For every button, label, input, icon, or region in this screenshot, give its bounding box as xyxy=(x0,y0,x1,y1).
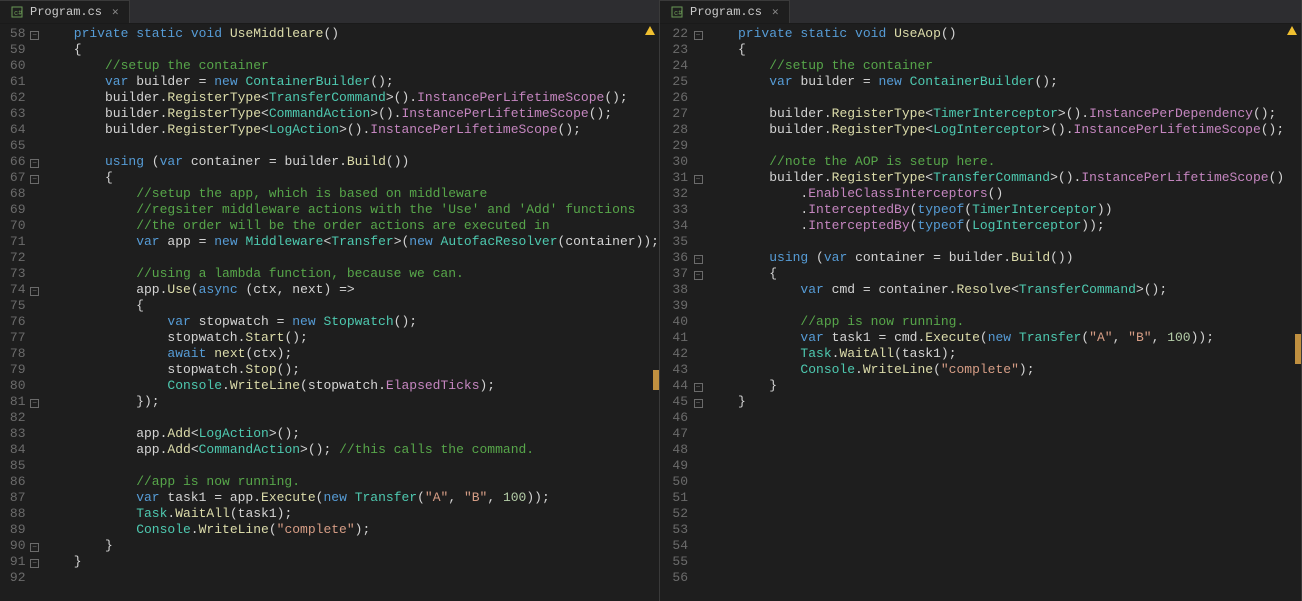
fold-toggle[interactable]: − xyxy=(30,559,39,568)
csharp-file-icon: c# xyxy=(10,5,24,19)
tab-program-cs-right[interactable]: c# Program.cs ✕ xyxy=(660,0,790,23)
scroll-marker xyxy=(1295,334,1301,364)
warning-icon[interactable] xyxy=(645,26,655,35)
fold-toggle[interactable]: − xyxy=(694,255,703,264)
fold-toggle[interactable]: − xyxy=(694,271,703,280)
tab-program-cs-left[interactable]: c# Program.cs ✕ xyxy=(0,0,130,23)
tab-bar-right: c# Program.cs ✕ xyxy=(660,0,1301,24)
fold-toggle[interactable]: − xyxy=(694,175,703,184)
code-area-left[interactable]: 5859606162636465666768697071727374757677… xyxy=(0,24,659,601)
code-content-left[interactable]: private static void UseMiddleare(){ //se… xyxy=(44,24,659,601)
tab-label: Program.cs xyxy=(690,5,762,19)
code-area-right[interactable]: 2223242526272829303132333435363738394041… xyxy=(660,24,1301,601)
code-content-right[interactable]: private static void UseAop(){ //setup th… xyxy=(708,24,1301,601)
fold-gutter-right[interactable]: − − − − − − xyxy=(688,24,708,601)
line-numbers-right: 2223242526272829303132333435363738394041… xyxy=(660,24,688,601)
line-numbers-left: 5859606162636465666768697071727374757677… xyxy=(0,24,26,601)
svg-text:c#: c# xyxy=(14,10,22,18)
close-icon[interactable]: ✕ xyxy=(768,5,779,19)
svg-text:c#: c# xyxy=(674,10,682,18)
editor-pane-right: c# Program.cs ✕ 222324252627282930313233… xyxy=(660,0,1302,601)
warning-icon[interactable] xyxy=(1287,26,1297,35)
csharp-file-icon: c# xyxy=(670,5,684,19)
fold-toggle[interactable]: − xyxy=(30,159,39,168)
tab-label: Program.cs xyxy=(30,5,102,19)
fold-toggle[interactable]: − xyxy=(694,399,703,408)
fold-toggle[interactable]: − xyxy=(30,287,39,296)
fold-toggle[interactable]: − xyxy=(694,31,703,40)
fold-toggle[interactable]: − xyxy=(694,383,703,392)
fold-toggle[interactable]: − xyxy=(30,543,39,552)
tab-bar-left: c# Program.cs ✕ xyxy=(0,0,659,24)
close-icon[interactable]: ✕ xyxy=(108,5,119,19)
fold-toggle[interactable]: − xyxy=(30,175,39,184)
fold-toggle[interactable]: − xyxy=(30,31,39,40)
fold-toggle[interactable]: − xyxy=(30,399,39,408)
editor-pane-left: c# Program.cs ✕ 585960616263646566676869… xyxy=(0,0,660,601)
scroll-marker xyxy=(653,370,659,390)
fold-gutter-left[interactable]: − − − − − − − xyxy=(26,24,44,601)
